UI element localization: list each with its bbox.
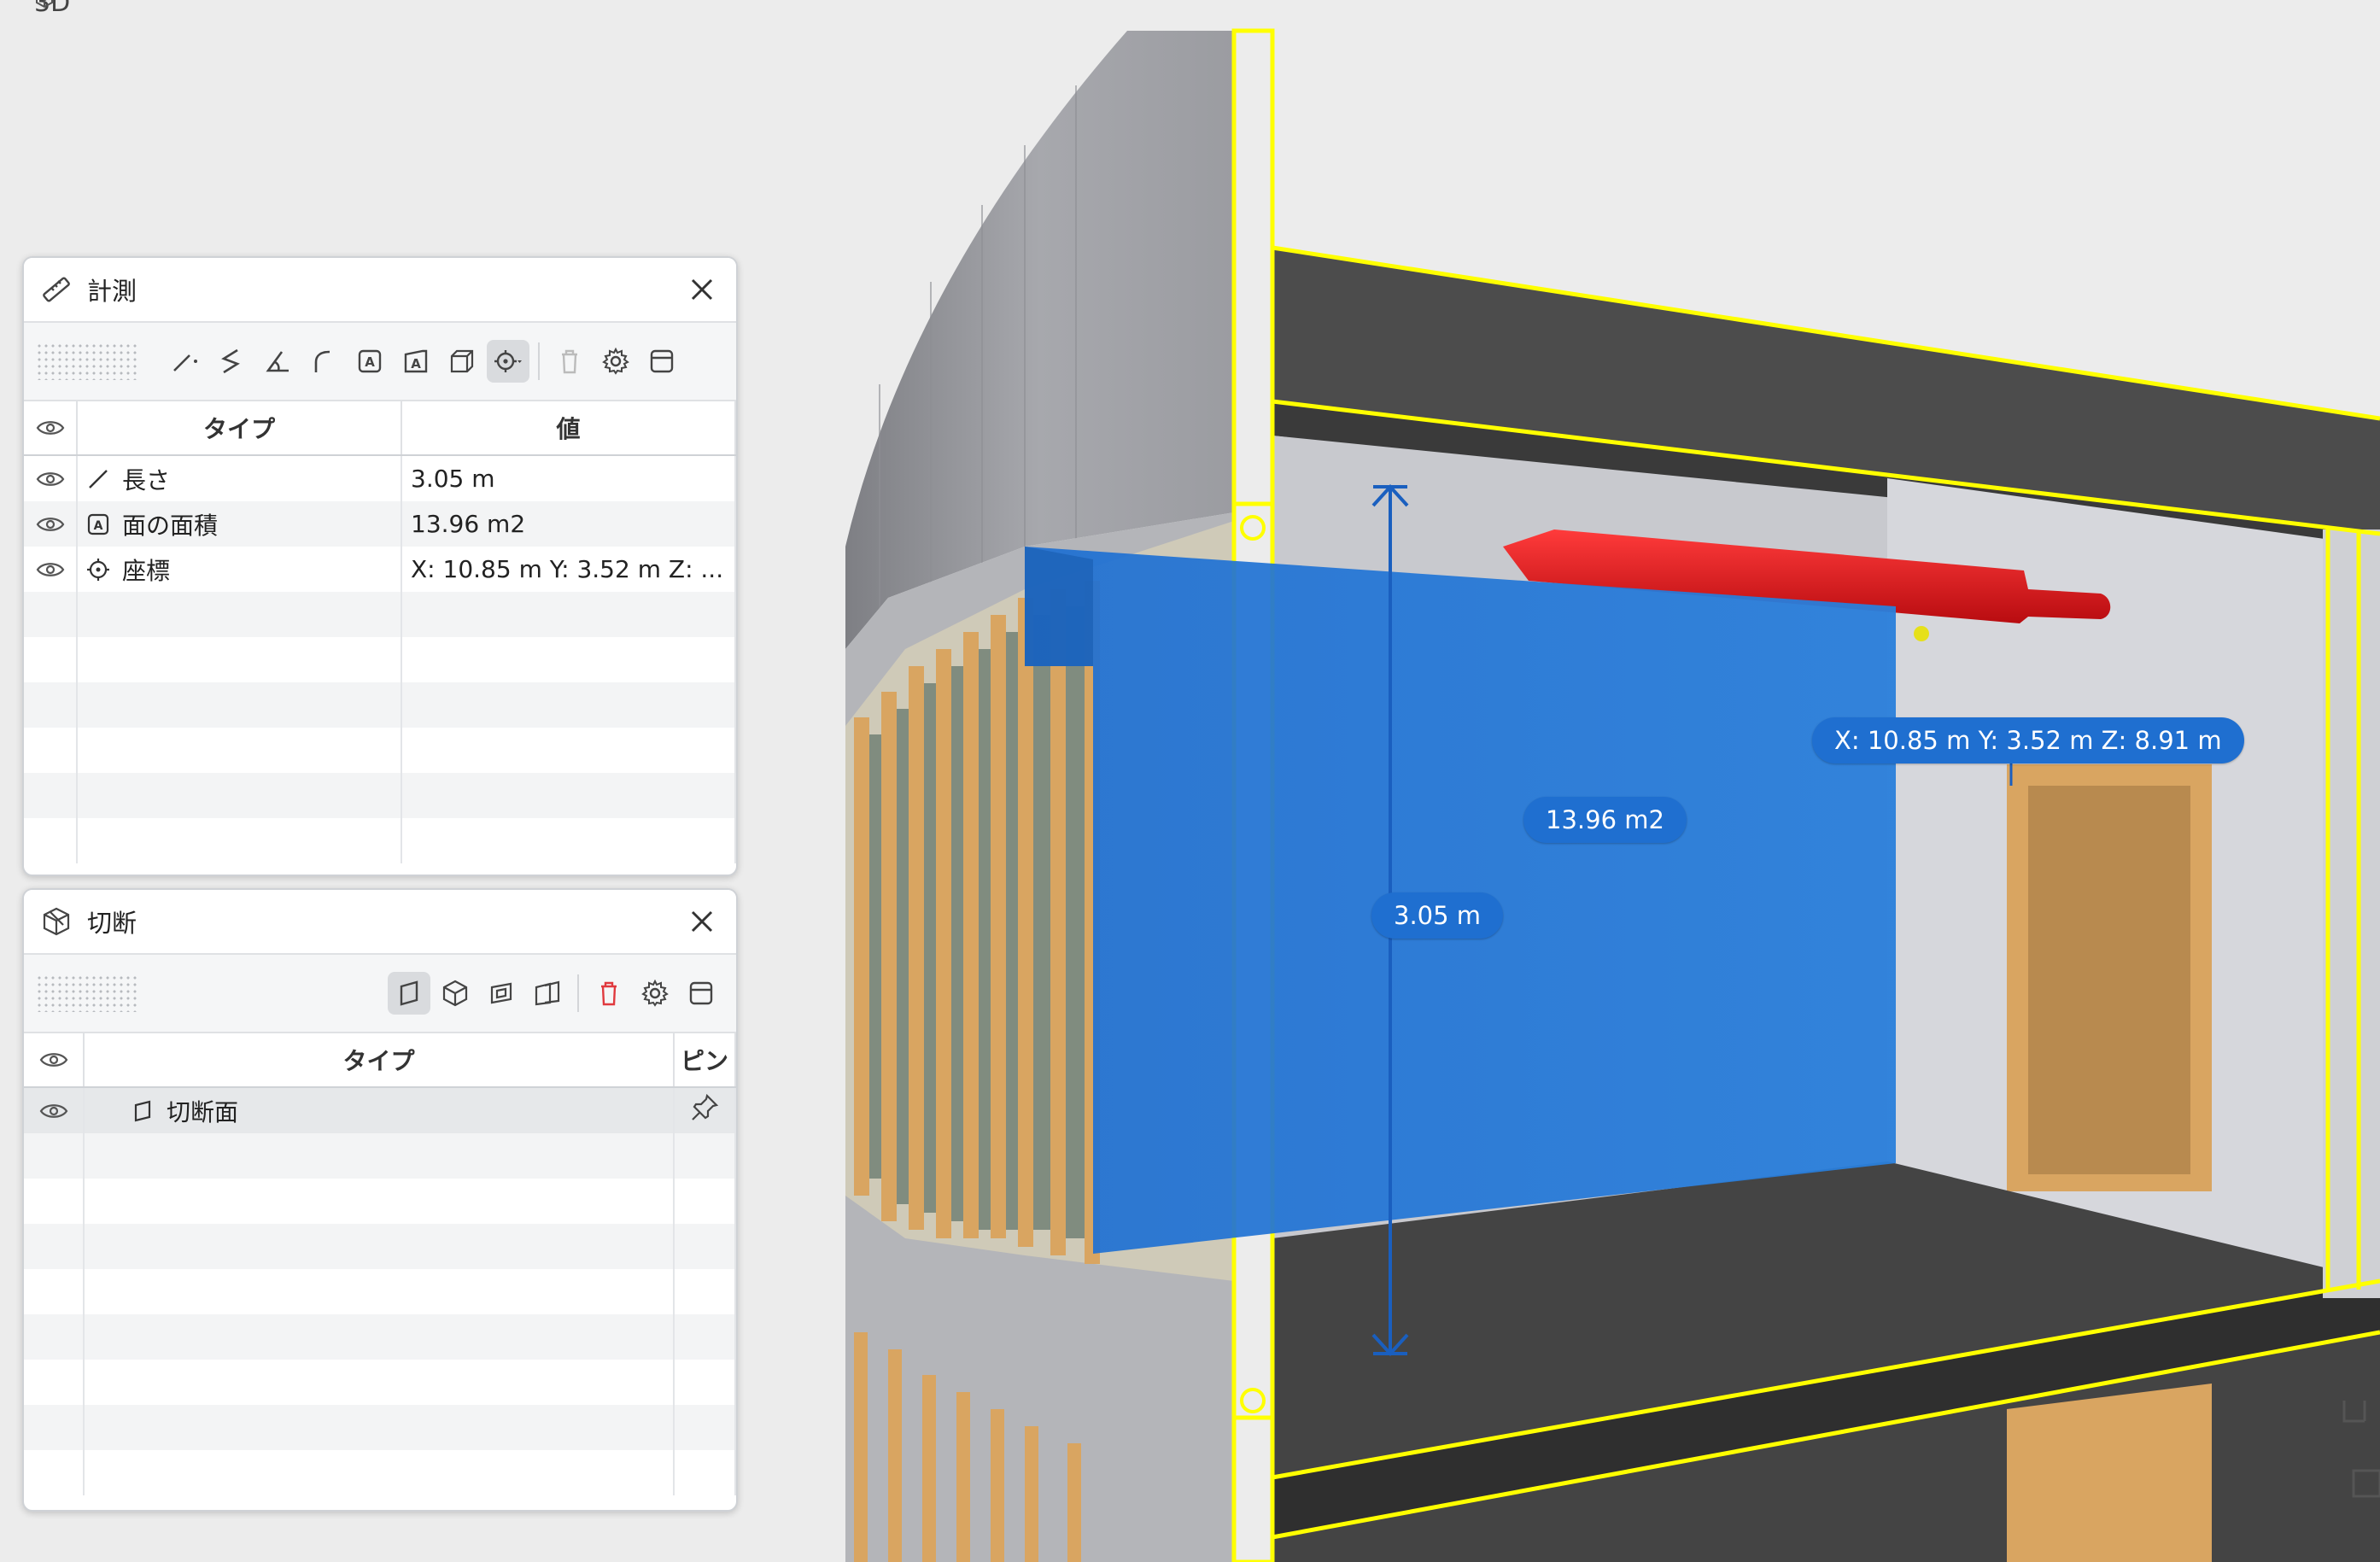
empty-row bbox=[24, 1360, 736, 1405]
delete-icon[interactable] bbox=[548, 340, 591, 383]
visibility-toggle[interactable] bbox=[24, 501, 78, 547]
layout-icon[interactable] bbox=[680, 972, 722, 1015]
angle-tool-icon[interactable] bbox=[256, 340, 299, 383]
ruler-icon bbox=[43, 277, 70, 302]
settings-icon[interactable] bbox=[594, 340, 637, 383]
empty-row bbox=[24, 1314, 736, 1360]
close-icon[interactable] bbox=[685, 904, 719, 939]
measure-table: タイプ 値 長さ 3.05 m A 面の面積 13.96 m2 座標 X: 10.… bbox=[24, 401, 736, 863]
length-measure-label[interactable]: 3.05 m bbox=[1371, 892, 1504, 939]
empty-row bbox=[24, 1450, 736, 1495]
plane-icon bbox=[134, 1100, 151, 1121]
coordinate-tool-icon[interactable] bbox=[487, 340, 529, 383]
eye-icon bbox=[36, 562, 64, 576]
arc-tool-icon[interactable] bbox=[302, 340, 345, 383]
plane-tool-icon[interactable] bbox=[388, 972, 430, 1015]
svg-text:A: A bbox=[365, 354, 375, 370]
close-icon[interactable] bbox=[685, 272, 719, 307]
empty-row bbox=[24, 682, 736, 728]
empty-row bbox=[24, 637, 736, 682]
polyline-tool-icon[interactable] bbox=[210, 340, 253, 383]
section-panel-header[interactable]: 切断 bbox=[24, 890, 736, 955]
drag-handle[interactable] bbox=[36, 974, 138, 1012]
row-type: 長さ bbox=[122, 465, 171, 494]
section-table: タイプ ピン 切断面 bbox=[24, 1033, 736, 1495]
pin-icon bbox=[692, 1093, 719, 1120]
3d-cube-icon bbox=[36, 0, 53, 9]
empty-row bbox=[24, 592, 736, 637]
eye-icon bbox=[36, 421, 64, 435]
row-value: X: 10.85 m Y: 3.52 m Z: ... bbox=[401, 547, 736, 592]
empty-row bbox=[24, 728, 736, 773]
box-tool-icon[interactable] bbox=[434, 972, 477, 1015]
eye-icon bbox=[36, 517, 64, 531]
visibility-header[interactable] bbox=[24, 401, 78, 456]
eye-icon bbox=[39, 1053, 67, 1067]
measure-panel-header[interactable]: 計測 bbox=[24, 258, 736, 323]
row-type: 座標 bbox=[122, 556, 171, 585]
pin-toggle[interactable] bbox=[674, 1087, 736, 1133]
empty-row bbox=[24, 1179, 736, 1224]
row-type: 切断面 bbox=[167, 1097, 239, 1126]
length-icon bbox=[89, 469, 108, 488]
delete-icon[interactable] bbox=[588, 972, 630, 1015]
row-value: 13.96 m2 bbox=[401, 501, 736, 547]
measure-panel-title: 計測 bbox=[87, 277, 137, 306]
table-row[interactable]: 座標 X: 10.85 m Y: 3.52 m Z: ... bbox=[24, 547, 736, 592]
settings-icon[interactable] bbox=[634, 972, 676, 1015]
value-column-header[interactable]: 値 bbox=[401, 401, 736, 456]
volume-tool-icon[interactable] bbox=[441, 340, 483, 383]
face-area-tool-icon[interactable]: A bbox=[395, 340, 437, 383]
empty-row bbox=[24, 818, 736, 863]
empty-row bbox=[24, 1269, 736, 1314]
viewport-title: 3D bbox=[34, 0, 70, 18]
empty-row bbox=[24, 1224, 736, 1269]
empty-row bbox=[24, 773, 736, 818]
length-tool-icon[interactable] bbox=[164, 340, 207, 383]
svg-text:A: A bbox=[94, 519, 103, 533]
measure-panel: 計測 A A タイプ 値 長さ 3.05 m A 面の面積 13.96 m2 座… bbox=[22, 256, 738, 876]
section-toolbar bbox=[24, 955, 736, 1033]
visibility-toggle[interactable] bbox=[24, 1087, 85, 1133]
eye-icon bbox=[39, 1103, 67, 1118]
type-column-header[interactable]: タイプ bbox=[84, 1033, 675, 1088]
area-icon: A bbox=[87, 513, 109, 535]
visibility-toggle[interactable] bbox=[24, 547, 78, 592]
row-type: 面の面積 bbox=[122, 511, 219, 540]
coordinate-icon bbox=[87, 558, 109, 581]
layout-icon[interactable] bbox=[640, 340, 683, 383]
area-measure-label[interactable]: 13.96 m2 bbox=[1523, 797, 1687, 843]
svg-text:A: A bbox=[411, 356, 421, 371]
slice-tool-icon[interactable] bbox=[480, 972, 523, 1015]
table-row[interactable]: 切断面 bbox=[24, 1087, 736, 1133]
table-row[interactable]: A 面の面積 13.96 m2 bbox=[24, 501, 736, 547]
pin-column-header[interactable]: ピン bbox=[674, 1033, 736, 1088]
coordinate-measure-label[interactable]: X: 10.85 m Y: 3.52 m Z: 8.91 m bbox=[1812, 717, 2244, 763]
empty-row bbox=[24, 1405, 736, 1450]
measure-toolbar: A A bbox=[24, 323, 736, 401]
empty-row bbox=[24, 1133, 736, 1179]
section-panel-title: 切断 bbox=[87, 909, 137, 938]
section-box-icon bbox=[43, 907, 70, 936]
visibility-toggle[interactable] bbox=[24, 455, 78, 501]
eye-icon bbox=[36, 471, 64, 486]
visibility-header[interactable] bbox=[24, 1033, 85, 1088]
type-column-header[interactable]: タイプ bbox=[77, 401, 402, 456]
area-tool-icon[interactable]: A bbox=[348, 340, 391, 383]
section-panel: 切断 タイプ ピン 切断面 bbox=[22, 888, 738, 1512]
table-row[interactable]: 長さ 3.05 m bbox=[24, 455, 736, 501]
drag-handle[interactable] bbox=[36, 342, 138, 380]
row-value: 3.05 m bbox=[401, 455, 736, 501]
double-slice-tool-icon[interactable] bbox=[526, 972, 569, 1015]
